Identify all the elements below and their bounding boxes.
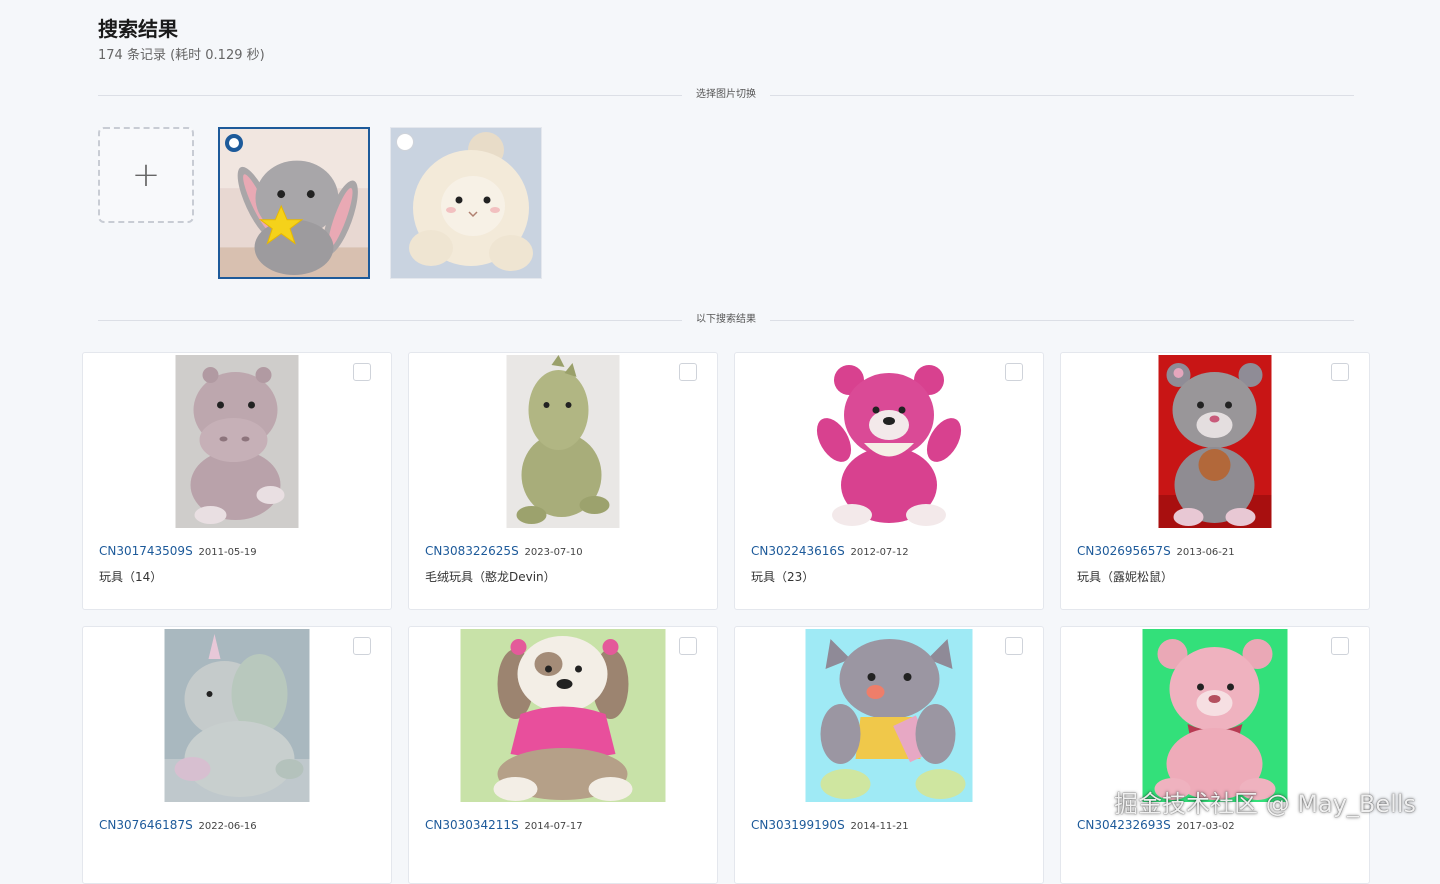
patent-id-link[interactable]: CN303199190S [751,818,845,832]
result-image [164,629,310,802]
upload-image-button[interactable]: + [98,127,194,223]
result-date: 2023-07-10 [524,547,583,558]
result-card[interactable]: CN303199190S 2014-11-21 [734,626,1044,884]
result-card[interactable]: CN307646187S 2022-06-16 [82,626,392,884]
results-divider: 以下搜索结果 [98,313,1354,327]
result-date: 2017-03-02 [1176,821,1235,832]
select-checkbox[interactable] [1331,637,1349,655]
result-meta: CN308322625S 2023-07-10 [425,544,583,558]
result-title: 玩具（14） [99,570,163,584]
select-checkbox[interactable] [353,363,371,381]
result-image [460,629,666,802]
result-date: 2012-07-12 [850,547,909,558]
result-image [1158,355,1272,528]
page-title: 搜索结果 [98,17,178,41]
select-checkbox[interactable] [1005,637,1023,655]
plus-icon: + [131,155,161,195]
result-title: 毛绒玩具（憨龙Devin） [425,570,556,584]
select-checkbox[interactable] [679,363,697,381]
select-checkbox[interactable] [1005,363,1023,381]
result-image [175,355,299,528]
result-meta: CN302695657S 2013-06-21 [1077,544,1235,558]
switch-divider-label: 选择图片切换 [682,88,770,102]
result-title: 玩具（23） [751,570,815,584]
sheep-image [391,128,541,278]
result-meta: CN303199190S 2014-11-21 [751,818,909,832]
watermark: 掘金技术社区 @ May_Bells [1114,790,1416,818]
result-date: 2014-07-17 [524,821,583,832]
result-date: 2014-11-21 [850,821,909,832]
header: 搜索结果 174 条记录 (耗时 0.129 秒) [98,16,265,63]
result-card[interactable]: CN301743509S 2011-05-19 玩具（14） [82,352,392,610]
result-title: 玩具（露妮松鼠） [1077,570,1174,584]
result-date: 2022-06-16 [198,821,257,832]
radio-unselected[interactable] [396,133,414,151]
results-divider-label: 以下搜索结果 [682,313,770,327]
result-date: 2011-05-19 [198,547,257,558]
result-meta: CN307646187S 2022-06-16 [99,818,257,832]
patent-id-link[interactable]: CN303034211S [425,818,519,832]
result-image [814,355,964,528]
result-image [506,355,620,528]
result-date: 2013-06-21 [1176,547,1235,558]
patent-id-link[interactable]: CN301743509S [99,544,193,558]
result-image [1142,629,1288,802]
result-image [805,629,973,802]
patent-id-link[interactable]: CN302243616S [751,544,845,558]
result-meta: CN302243616S 2012-07-12 [751,544,909,558]
result-meta: CN301743509S 2011-05-19 [99,544,257,558]
switch-divider: 选择图片切换 [98,88,1354,102]
patent-id-link[interactable]: CN304232693S [1077,818,1171,832]
patent-id-link[interactable]: CN302695657S [1077,544,1171,558]
result-meta: CN304232693S 2017-03-02 [1077,818,1235,832]
bunny-image [220,129,368,277]
patent-id-link[interactable]: CN308322625S [425,544,519,558]
record-count: 174 条记录 (耗时 0.129 秒) [98,48,265,63]
result-card[interactable]: CN308322625S 2023-07-10 毛绒玩具（憨龙Devin） [408,352,718,610]
result-card[interactable]: CN304232693S 2017-03-02 [1060,626,1370,884]
result-card[interactable]: CN303034211S 2014-07-17 [408,626,718,884]
result-card[interactable]: CN302695657S 2013-06-21 玩具（露妮松鼠） [1060,352,1370,610]
radio-selected[interactable] [225,134,243,152]
select-checkbox[interactable] [353,637,371,655]
query-thumb-1[interactable] [218,127,370,279]
patent-id-link[interactable]: CN307646187S [99,818,193,832]
select-checkbox[interactable] [679,637,697,655]
select-checkbox[interactable] [1331,363,1349,381]
result-meta: CN303034211S 2014-07-17 [425,818,583,832]
query-thumb-2[interactable] [390,127,542,279]
result-card[interactable]: CN302243616S 2012-07-12 玩具（23） [734,352,1044,610]
